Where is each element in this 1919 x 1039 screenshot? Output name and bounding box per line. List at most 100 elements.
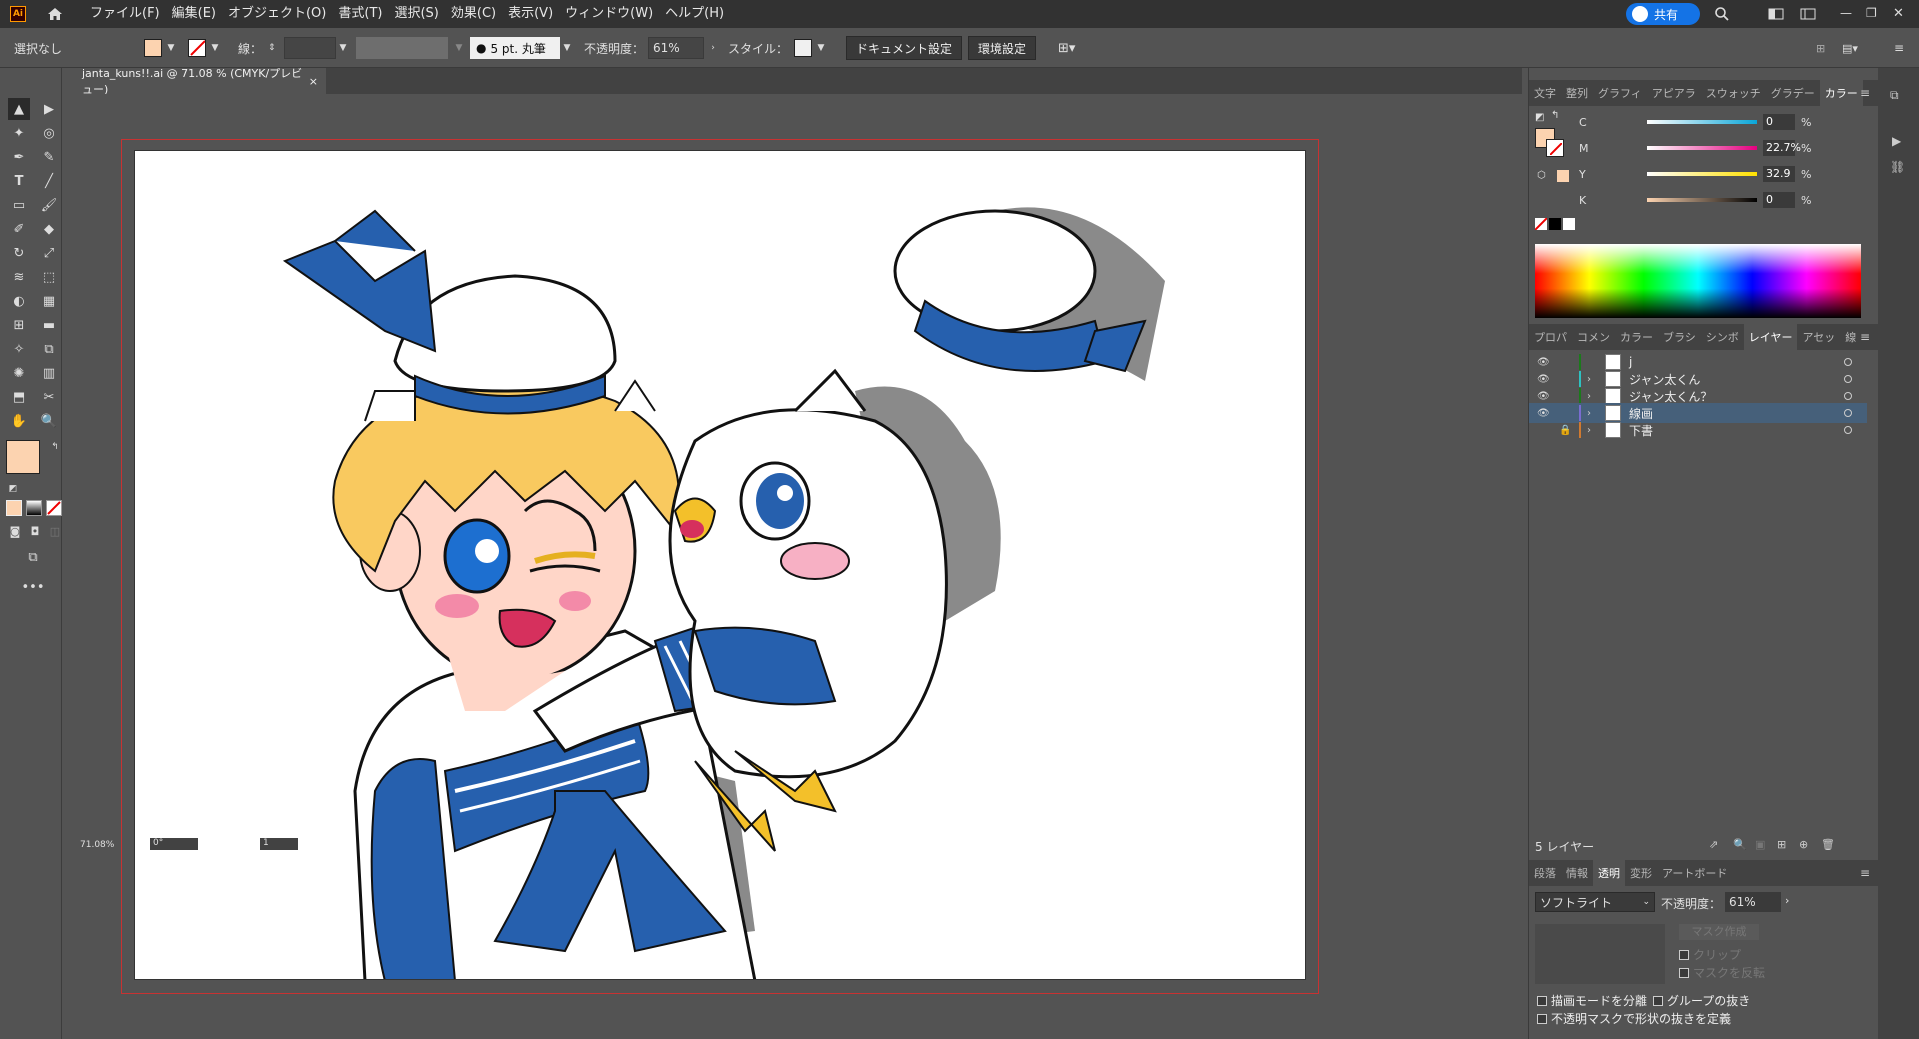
column-graph-tool-icon[interactable]: ▥ [38, 362, 60, 384]
artboard-tool-icon[interactable]: ⬒ [8, 386, 30, 408]
fill-color-box[interactable] [6, 440, 40, 474]
isolate-blending-checkbox[interactable]: 描画モードを分離 [1537, 992, 1647, 1009]
swap-colors-icon[interactable]: ↰ [1551, 110, 1559, 121]
preferences-button[interactable]: 環境設定 [968, 36, 1037, 60]
color-panel-tab[interactable]: 文字 [1529, 85, 1561, 101]
magenta-slider[interactable] [1647, 146, 1757, 150]
layer-row[interactable]: 🔒 › 下書 [1529, 420, 1867, 440]
expand-chevron-icon[interactable]: › [1587, 408, 1591, 419]
knockout-group-checkbox[interactable]: グループの抜き [1653, 992, 1750, 1009]
invert-mask-checkbox[interactable]: マスクを反転 [1679, 964, 1765, 981]
layers-panel-tab[interactable]: レイヤー [1743, 324, 1798, 350]
stroke-stepper-icon[interactable]: ⇕ [268, 37, 276, 59]
layer-name[interactable]: 線画 [1629, 405, 1653, 422]
stroke-swatch[interactable] [188, 39, 206, 57]
share-button[interactable]: 共有 [1626, 3, 1700, 25]
style-dropdown-icon[interactable]: ▼ [814, 37, 828, 59]
curvature-tool-icon[interactable]: ✎ [38, 146, 60, 168]
close-tab-icon[interactable]: × [309, 75, 318, 88]
draw-normal-icon[interactable]: ◙ [4, 520, 26, 542]
shape-builder-tool-icon[interactable]: ◐ [8, 290, 30, 312]
magenta-input[interactable]: 22.7% [1763, 140, 1801, 156]
transparency-panel-tab[interactable]: 変形 [1625, 865, 1657, 881]
arrange-documents-icon[interactable] [1768, 6, 1784, 22]
magic-wand-tool-icon[interactable]: ✦ [8, 122, 30, 144]
new-sublayer-icon[interactable]: ⊞ [1777, 838, 1786, 851]
out-of-gamut-swatch[interactable] [1557, 170, 1569, 182]
visibility-eye-icon[interactable]: 👁 [1537, 357, 1551, 368]
color-panel-tab[interactable]: グラフィ [1593, 85, 1647, 101]
layer-target-icon[interactable] [1844, 375, 1852, 383]
menu-item[interactable]: 表示(V) [502, 0, 559, 28]
default-fill-stroke-icon[interactable]: ◩ [1535, 112, 1547, 124]
profile-dropdown-icon[interactable]: ▼ [452, 37, 466, 59]
visibility-eye-icon[interactable]: 👁 [1537, 391, 1551, 402]
direct-selection-tool-icon[interactable]: ▶ [38, 98, 60, 120]
blend-mode-select[interactable]: ソフトライト ⌄ [1535, 892, 1655, 912]
libraries-icon[interactable]: ⧉ [1890, 88, 1899, 103]
white-swatch[interactable] [1563, 218, 1575, 230]
black-slider[interactable] [1647, 198, 1757, 202]
gamut-cube-icon[interactable]: ⬡ [1537, 170, 1546, 181]
layer-target-icon[interactable] [1844, 392, 1852, 400]
new-layer-icon[interactable]: ⊕ [1799, 838, 1808, 851]
fill-dropdown-icon[interactable]: ▼ [164, 37, 178, 59]
rotation-readout[interactable]: 0° [150, 838, 198, 850]
opacity-mask-define-checkbox[interactable]: 不透明マスクで形状の抜きを定義 [1537, 1010, 1731, 1027]
links-icon[interactable]: ⛓ [1890, 160, 1905, 174]
fill-swatch[interactable] [144, 39, 162, 57]
layer-target-icon[interactable] [1844, 409, 1852, 417]
transparency-panel-tab[interactable]: アートボード [1657, 865, 1732, 881]
artboard-number[interactable]: 1 [260, 838, 298, 850]
workspace-icon[interactable] [1800, 6, 1816, 22]
layer-name[interactable]: ジャン太くん [1629, 371, 1700, 388]
menu-item[interactable]: 編集(E) [166, 0, 222, 28]
lasso-tool-icon[interactable]: ◎ [38, 122, 60, 144]
color-panel-tab[interactable]: カラー [1819, 80, 1863, 106]
layers-panel-tab[interactable]: コメン [1572, 329, 1615, 345]
layer-name[interactable]: 下書 [1629, 422, 1653, 439]
paintbrush-tool-icon[interactable]: 🖌 [38, 194, 60, 216]
visibility-eye-icon[interactable]: 👁 [1537, 408, 1551, 419]
arrange-icon[interactable]: ⊞▾ [1058, 37, 1075, 59]
zoom-tool-icon[interactable]: 🔍 [38, 410, 60, 432]
transparency-panel-tab[interactable]: 透明 [1593, 860, 1625, 886]
layers-panel-tab[interactable]: カラー [1615, 329, 1658, 345]
opacity-input[interactable]: 61% [648, 37, 704, 59]
delete-layer-icon[interactable]: 🗑 [1821, 838, 1835, 851]
document-settings-button[interactable]: ドキュメント設定 [846, 36, 963, 60]
actions-icon[interactable]: ▶ [1892, 134, 1901, 148]
stroke-weight-dropdown-icon[interactable]: ▼ [336, 37, 350, 59]
black-swatch[interactable] [1549, 218, 1561, 230]
layer-target-icon[interactable] [1844, 426, 1852, 434]
color-panel-menu-icon[interactable]: ≡ [1860, 86, 1870, 100]
locate-object-icon[interactable]: 🔍 [1733, 838, 1747, 851]
layers-panel-tab[interactable]: プロパ [1529, 329, 1572, 345]
slice-tool-icon[interactable]: ✂ [38, 386, 60, 408]
close-icon[interactable]: ✕ [1893, 6, 1909, 22]
artboard[interactable] [134, 150, 1306, 980]
color-panel-tab[interactable]: グラデー [1766, 85, 1820, 101]
export-icon[interactable]: ⇗ [1709, 838, 1718, 851]
stroke-dropdown-icon[interactable]: ▼ [208, 37, 222, 59]
blob-brush-tool-icon[interactable]: ✐ [8, 218, 30, 240]
draw-inside-icon[interactable]: ◫ [44, 520, 66, 542]
screen-mode-icon[interactable]: ⧉ [22, 546, 44, 568]
menu-item[interactable]: ファイル(F) [84, 0, 166, 28]
opacity-arrow-icon[interactable]: › [706, 37, 720, 59]
brush-dropdown-icon[interactable]: ▼ [560, 37, 574, 59]
zoom-readout[interactable]: 71.08% [80, 840, 114, 850]
transparency-panel-tab[interactable]: 情報 [1561, 865, 1593, 881]
transparency-panel-menu-icon[interactable]: ≡ [1860, 866, 1870, 880]
restore-icon[interactable]: ❐ [1866, 6, 1882, 22]
visibility-eye-icon[interactable]: 👁 [1537, 374, 1551, 385]
style-swatch[interactable] [794, 39, 812, 57]
eyedropper-tool-icon[interactable]: ✧ [8, 338, 30, 360]
minimize-icon[interactable]: — [1840, 6, 1856, 22]
color-panel-tab[interactable]: 整列 [1561, 85, 1593, 101]
warp-tool-icon[interactable]: ≋ [8, 266, 30, 288]
menu-item[interactable]: ウィンドウ(W) [559, 0, 659, 28]
selection-tool-icon[interactable]: ▲ [8, 98, 30, 120]
layers-panel-menu-icon[interactable]: ≡ [1860, 330, 1870, 344]
edit-toolbar-icon[interactable]: ••• [22, 576, 45, 598]
